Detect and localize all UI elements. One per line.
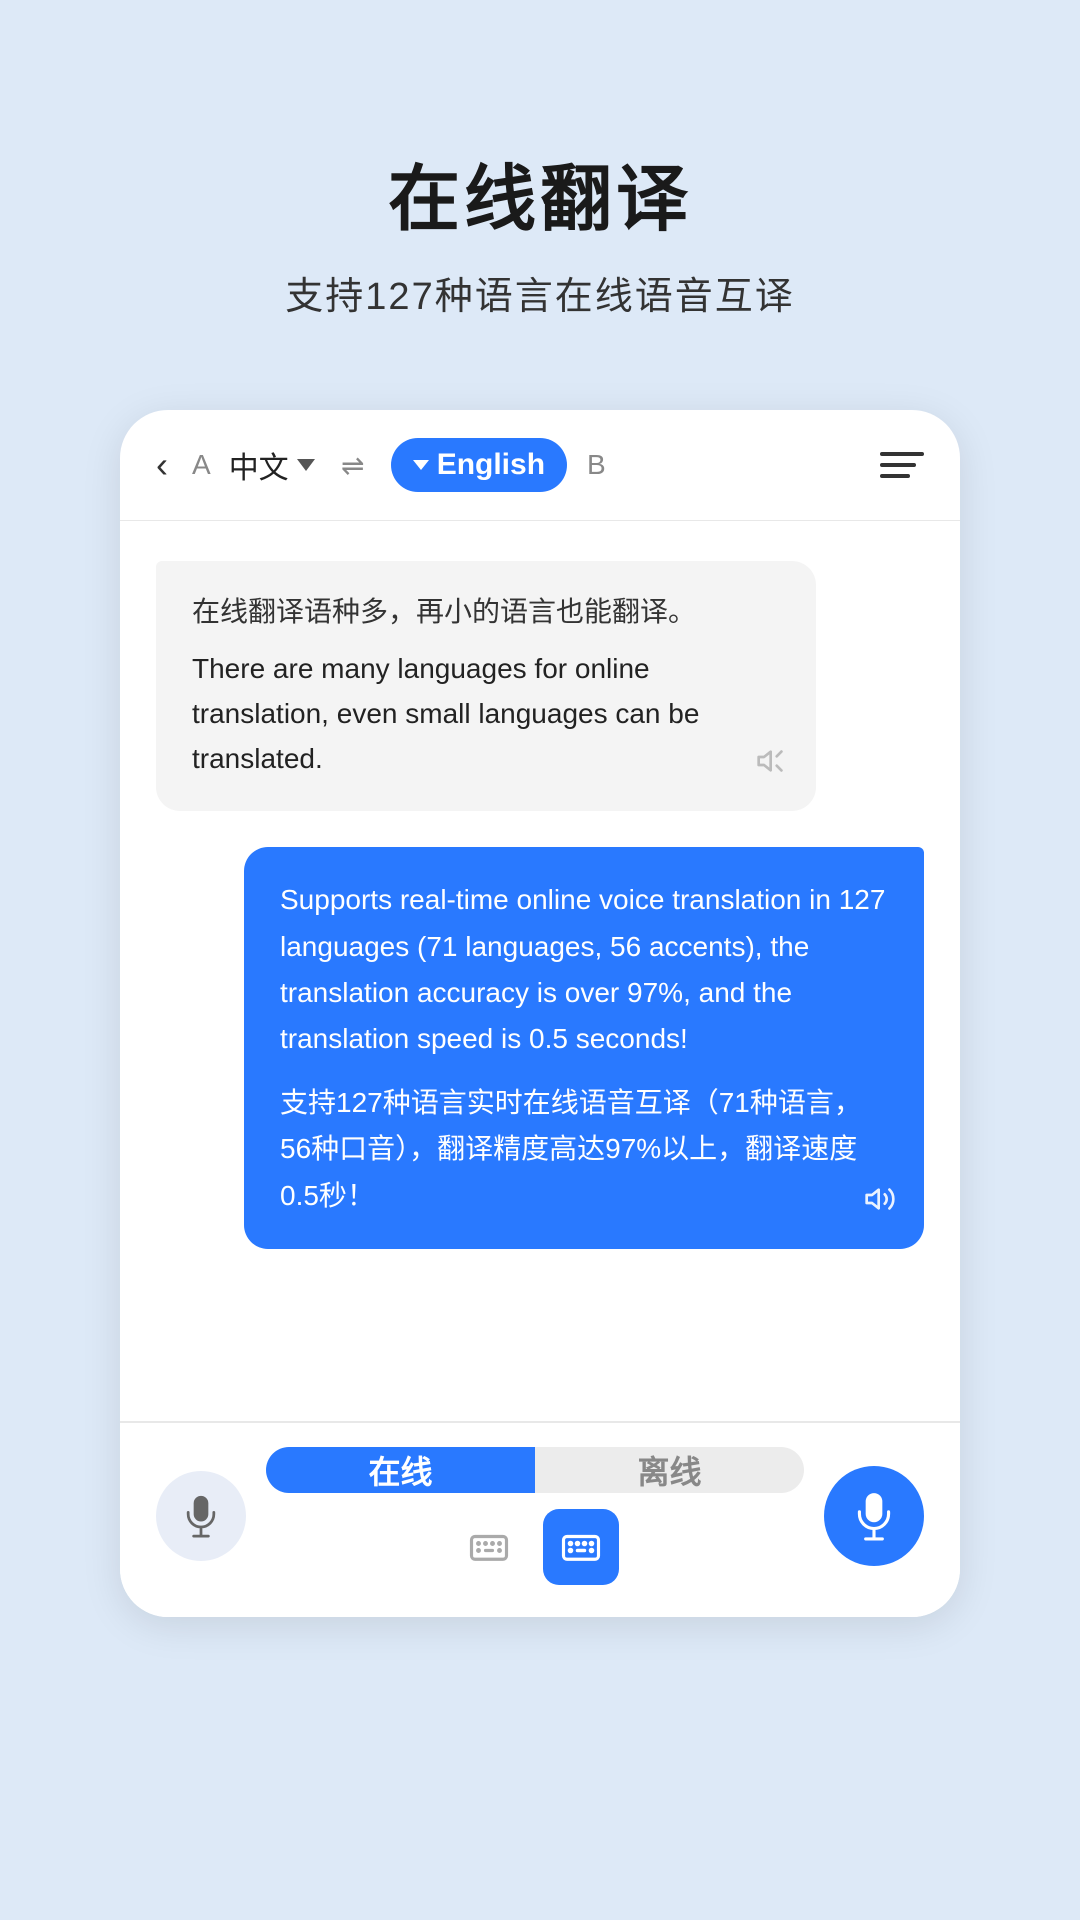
mic-button-left[interactable]: [156, 1471, 246, 1561]
bubble-source-text: 在线翻译语种多，再小的语言也能翻译。: [192, 591, 780, 633]
back-button[interactable]: ‹: [156, 444, 168, 486]
menu-line-3: [880, 474, 910, 478]
bubble-english-text: Supports real-time online voice translat…: [280, 877, 888, 1062]
mode-online-button[interactable]: 在线: [266, 1447, 535, 1493]
lang-b-label: B: [587, 449, 606, 481]
menu-line-2: [880, 463, 916, 467]
target-language-selector[interactable]: English: [391, 438, 567, 492]
mic-button-right[interactable]: [824, 1466, 924, 1566]
speaker-icon-right[interactable]: [864, 1183, 896, 1223]
menu-line-1: [880, 452, 924, 456]
bottom-toolbar: 在线 离线: [120, 1423, 960, 1617]
hero-subtitle: 支持127种语言在线语音互译: [285, 265, 794, 320]
source-language-label: 中文: [229, 443, 289, 487]
mode-toggle: 在线 离线: [266, 1447, 804, 1493]
received-bubble: 在线翻译语种多，再小的语言也能翻译。 There are many langua…: [156, 561, 816, 811]
keyboard-active-button[interactable]: [543, 1509, 619, 1585]
bubble-chinese-text: 支持127种语言实时在线语音互译（71种语言，56种口音），翻译精度高达97%以…: [280, 1080, 888, 1219]
menu-button[interactable]: [880, 452, 924, 478]
lang-a-label: A: [192, 449, 211, 481]
chat-area: 在线翻译语种多，再小的语言也能翻译。 There are many langua…: [120, 521, 960, 1421]
hero-title: 在线翻译: [388, 140, 692, 245]
keyboard-row: [266, 1509, 804, 1585]
source-language-selector[interactable]: 中文: [229, 443, 315, 487]
source-language-chevron-icon: [297, 459, 315, 471]
sent-bubble: Supports real-time online voice translat…: [244, 847, 924, 1248]
hero-section: 在线翻译 支持127种语言在线语音互译: [0, 0, 1080, 380]
nav-bar: ‹ A 中文 ⇌ English B: [120, 410, 960, 521]
target-language-chevron-icon: [413, 460, 429, 470]
center-controls: 在线 离线: [266, 1447, 804, 1585]
phone-card: ‹ A 中文 ⇌ English B 在线翻译语种多，再小的语言也能翻译。 Th…: [120, 410, 960, 1617]
target-language-label: English: [437, 448, 545, 482]
bubble-translated-text: There are many languages for online tran…: [192, 647, 780, 781]
speaker-icon[interactable]: [756, 745, 788, 785]
swap-languages-button[interactable]: ⇌: [331, 443, 375, 487]
mode-offline-button[interactable]: 离线: [535, 1447, 804, 1493]
keyboard-inactive-button[interactable]: [451, 1509, 527, 1585]
